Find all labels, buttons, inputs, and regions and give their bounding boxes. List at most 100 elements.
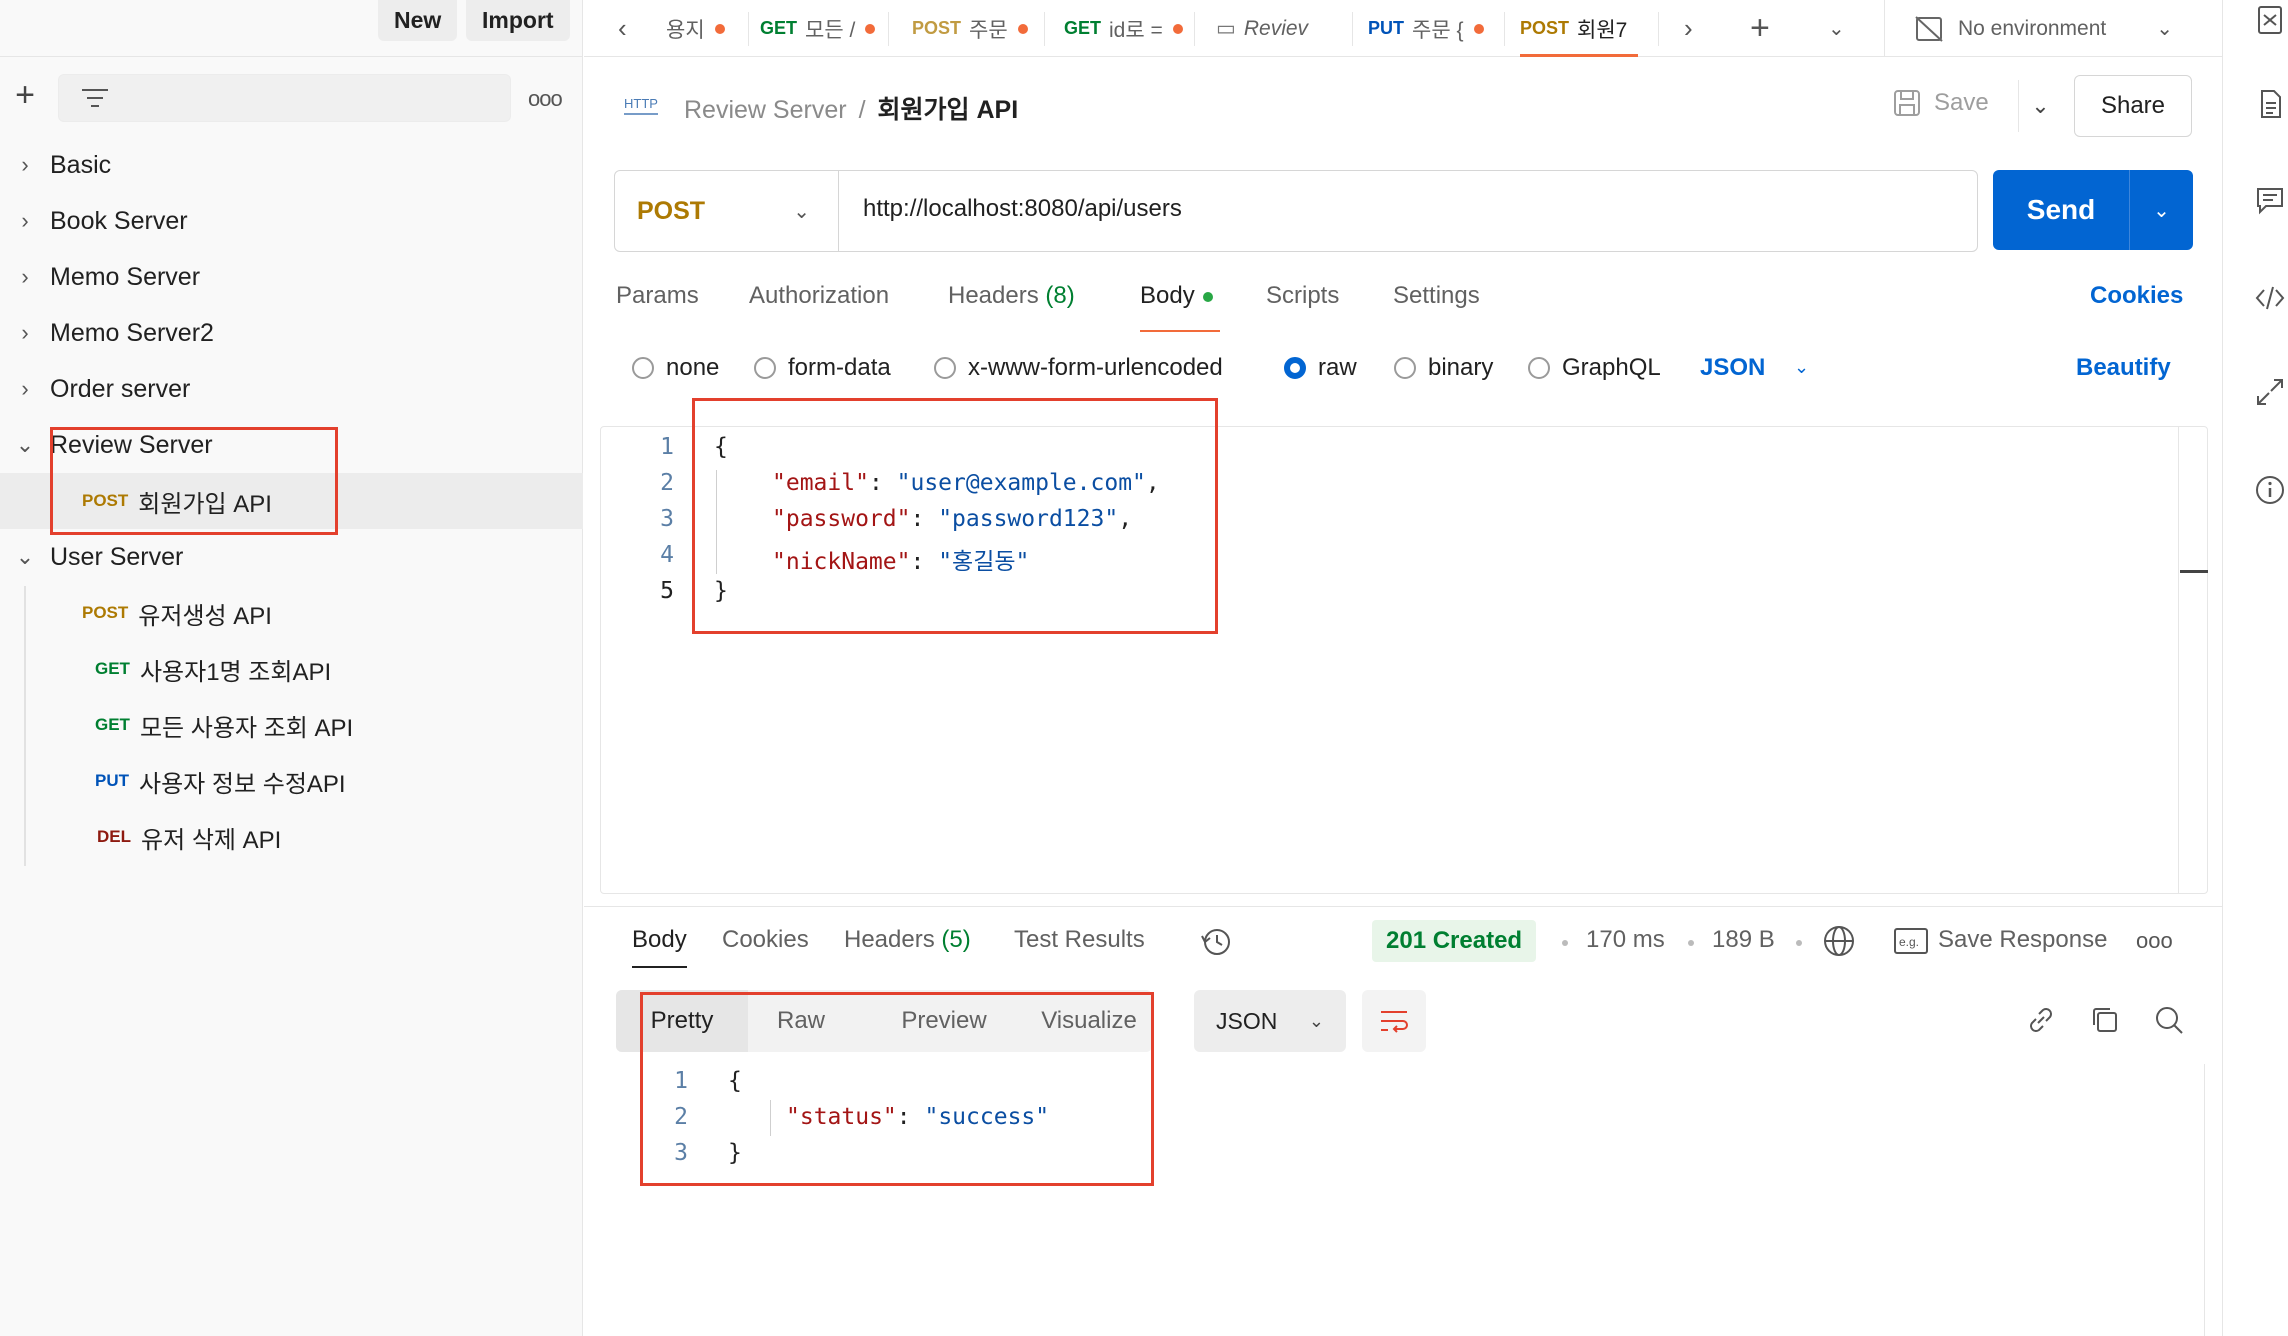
breadcrumb-current[interactable]: 회원가입 API — [878, 96, 1019, 124]
response-tab-body[interactable]: Body — [632, 926, 687, 968]
request-item-signup[interactable]: POST 회원가입 API — [0, 473, 583, 529]
view-preview[interactable]: Preview — [874, 990, 1014, 1052]
send-options-chevron-icon[interactable]: ⌄ — [2130, 198, 2193, 223]
code-line: "email": "user@example.com", — [772, 470, 1160, 496]
response-tab-headers[interactable]: Headers (5) — [844, 926, 971, 954]
tab-params[interactable]: Params — [616, 282, 699, 310]
save-response-button[interactable]: Save Response — [1938, 926, 2107, 954]
response-time[interactable]: 170 ms — [1586, 926, 1665, 954]
radio-circle-selected — [1284, 357, 1306, 379]
tab-body[interactable]: Body — [1140, 282, 1213, 310]
collection-order-server[interactable]: › Order server — [0, 361, 583, 417]
tab-request[interactable]: GET id로 = — [1064, 0, 1188, 57]
method-select[interactable]: POST ⌄ — [615, 171, 839, 251]
environment-selector[interactable]: No environment ⌄ — [1914, 0, 2214, 57]
tab-method: GET — [1064, 18, 1102, 38]
body-type-form-data[interactable]: form-data — [754, 354, 891, 382]
body-type-none[interactable]: none — [632, 354, 719, 382]
status-badge[interactable]: 201 Created — [1372, 920, 1537, 962]
wrap-lines-button[interactable] — [1362, 990, 1426, 1052]
editor-scroll-thumb[interactable] — [2180, 570, 2208, 573]
tab-list-chevron-icon[interactable]: ⌄ — [1828, 0, 1858, 57]
body-type-raw[interactable]: raw — [1284, 354, 1357, 382]
tab-request[interactable]: PUT 주문 { — [1368, 0, 1496, 57]
tab-scroll-right-icon[interactable]: › — [1684, 0, 1714, 57]
send-label: Send — [2026, 194, 2096, 225]
tab-divider — [1884, 0, 1885, 57]
tab-settings[interactable]: Settings — [1393, 282, 1480, 310]
documentation-icon[interactable] — [2254, 88, 2286, 120]
add-collection-icon[interactable]: + — [10, 78, 40, 112]
sidebar-search-input[interactable] — [58, 74, 511, 122]
request-body-editor[interactable] — [600, 426, 2208, 894]
request-item[interactable]: DEL 유저 삭제 API — [0, 809, 583, 865]
body-type-binary[interactable]: binary — [1394, 354, 1493, 382]
filter-icon[interactable] — [80, 86, 110, 110]
line-number: 4 — [660, 542, 674, 568]
url-input[interactable]: http://localhost:8080/api/users — [863, 195, 1182, 223]
history-icon[interactable] — [1200, 926, 1232, 958]
save-options-chevron-icon[interactable]: ⌄ — [2018, 80, 2062, 132]
method-value: POST — [637, 196, 706, 225]
collection-user-server[interactable]: ⌄ User Server — [0, 529, 583, 585]
comments-icon[interactable] — [2254, 184, 2286, 216]
code-icon[interactable] — [2254, 282, 2286, 314]
save-button[interactable]: Save — [1892, 88, 1989, 118]
editor-scrollbar[interactable] — [2178, 426, 2179, 894]
view-pretty[interactable]: Pretty — [616, 990, 748, 1052]
tab-request-active[interactable]: POST 회원7 — [1520, 0, 1644, 57]
response-more-icon[interactable]: ooo — [2136, 928, 2173, 954]
import-button[interactable]: Import — [466, 0, 570, 41]
collection-memo-server2[interactable]: › Memo Server2 — [0, 305, 583, 361]
send-button[interactable]: Send ⌄ — [1993, 170, 2193, 250]
tab-scripts[interactable]: Scripts — [1266, 282, 1339, 310]
chevron-down-icon[interactable]: ⌄ — [1794, 357, 1809, 378]
request-item[interactable]: POST 유저생성 API — [0, 585, 583, 641]
breadcrumb-parent[interactable]: Review Server — [684, 96, 847, 124]
collection-basic[interactable]: › Basic — [0, 137, 583, 193]
copy-icon[interactable] — [2088, 1003, 2122, 1037]
response-format-select[interactable]: JSON ⌄ — [1194, 990, 1346, 1052]
view-raw[interactable]: Raw — [748, 990, 854, 1052]
globe-icon[interactable] — [1822, 924, 1856, 958]
response-tab-cookies[interactable]: Cookies — [722, 926, 809, 954]
new-button[interactable]: New — [378, 0, 458, 41]
tab-request[interactable]: POST 주문 — [912, 0, 1040, 57]
collection-memo-server[interactable]: › Memo Server — [0, 249, 583, 305]
tab-request[interactable]: ▭ Reviev — [1216, 0, 1336, 57]
tab-divider — [1044, 12, 1045, 46]
no-environment-icon — [1915, 15, 1943, 42]
link-icon[interactable] — [2024, 1003, 2058, 1037]
collection-book-server[interactable]: › Book Server — [0, 193, 583, 249]
tab-headers[interactable]: Headers (8) — [948, 282, 1075, 310]
related-collections-icon[interactable] — [2254, 376, 2286, 408]
response-scrollbar[interactable] — [2204, 1064, 2205, 1336]
request-item[interactable]: GET 모든 사용자 조회 API — [0, 697, 583, 753]
variables-icon[interactable] — [2254, 4, 2286, 36]
beautify-button[interactable]: Beautify — [2076, 354, 2171, 382]
new-tab-icon[interactable]: + — [1750, 0, 1786, 57]
tab-authorization[interactable]: Authorization — [749, 282, 889, 310]
view-visualize[interactable]: Visualize — [1026, 990, 1152, 1052]
collection-review-server[interactable]: ⌄ Review Server — [0, 417, 583, 473]
request-item[interactable]: PUT 사용자 정보 수정API — [0, 753, 583, 809]
search-icon[interactable] — [2152, 1003, 2186, 1037]
info-icon[interactable] — [2254, 474, 2286, 506]
tab-scroll-left-icon[interactable]: ‹ — [618, 0, 648, 57]
tab-divider — [1194, 12, 1195, 46]
cookies-link[interactable]: Cookies — [2090, 282, 2183, 310]
response-tab-test-results[interactable]: Test Results — [1014, 926, 1145, 954]
tab-request[interactable]: 용지 — [666, 0, 746, 57]
body-type-graphql[interactable]: GraphQL — [1528, 354, 1661, 382]
body-format-select[interactable]: JSON — [1700, 354, 1765, 382]
body-type-urlencoded[interactable]: x-www-form-urlencoded — [934, 354, 1223, 382]
line-number: 3 — [674, 1140, 688, 1166]
response-size[interactable]: 189 B — [1712, 926, 1775, 954]
request-item[interactable]: GET 사용자1명 조회API — [0, 641, 583, 697]
tab-request[interactable]: GET 모든 / — [760, 0, 884, 57]
sidebar-more-icon[interactable]: ooo — [528, 86, 563, 112]
tab-divider — [888, 12, 889, 46]
chevron-right-icon: › — [21, 152, 29, 177]
share-button[interactable]: Share — [2074, 75, 2192, 137]
indent-guide — [716, 470, 717, 574]
